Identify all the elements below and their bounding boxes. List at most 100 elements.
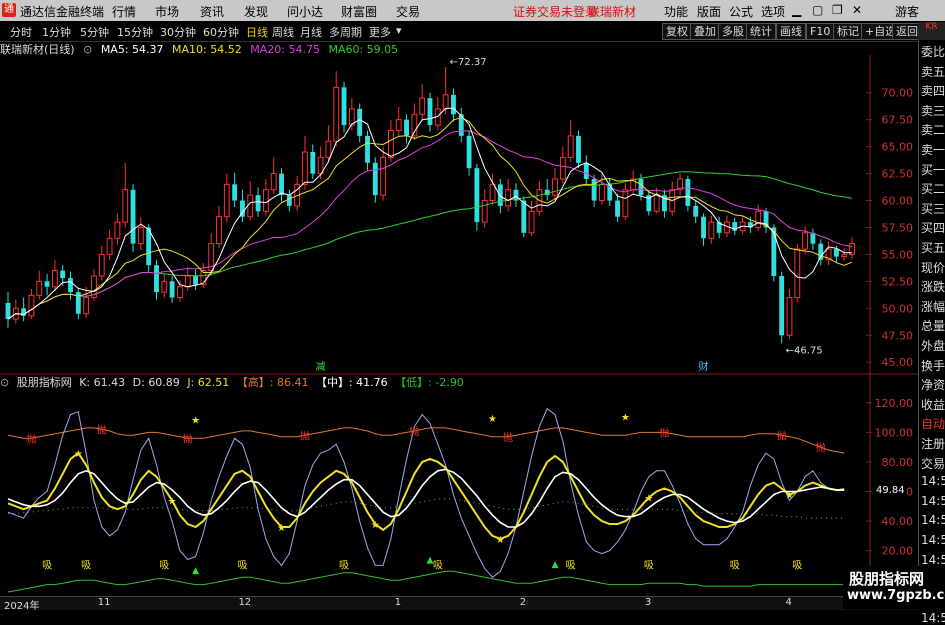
candle-body bbox=[653, 194, 660, 212]
menu-function[interactable]: 功能 bbox=[664, 3, 688, 20]
star-icon: ★ bbox=[168, 496, 177, 507]
side-panel-item[interactable]: 买五 bbox=[921, 239, 945, 256]
overlay-button[interactable]: 叠加 bbox=[690, 23, 720, 40]
date-label: 12 bbox=[238, 597, 252, 608]
star-icon: ★ bbox=[488, 414, 497, 425]
candle-body bbox=[395, 119, 402, 131]
period-30min[interactable]: 30分钟 bbox=[160, 24, 196, 40]
buy-signal-label: 吸 bbox=[81, 560, 91, 571]
side-panel-item[interactable]: 注册 bbox=[921, 435, 945, 452]
period-more[interactable]: 更多 bbox=[369, 24, 391, 40]
side-panel-item[interactable]: 换手 bbox=[921, 357, 945, 374]
side-panel-item[interactable]: 14:56 bbox=[921, 553, 945, 567]
side-panel-item[interactable]: 卖五 bbox=[921, 63, 945, 80]
candle-body bbox=[193, 275, 198, 285]
period-daily[interactable]: 日线 bbox=[246, 24, 268, 40]
buy-signal-label: 吸 bbox=[159, 560, 169, 571]
side-panel-item[interactable]: 14:55 bbox=[921, 474, 945, 488]
side-panel-item[interactable]: 买一 bbox=[921, 161, 945, 178]
side-panel-item[interactable]: 总量 bbox=[921, 317, 945, 334]
statistics-button[interactable]: 统计 bbox=[746, 23, 776, 40]
sell-signal-label: 抛 bbox=[97, 423, 107, 436]
period-60min[interactable]: 60分钟 bbox=[203, 24, 239, 40]
period-intraday[interactable]: 分时 bbox=[10, 24, 32, 40]
buy-signal-label: 吸 bbox=[42, 560, 52, 571]
date-axis: 2024年 11 12 1 2 3 4 bbox=[0, 596, 918, 612]
side-panel-item[interactable]: 交易 bbox=[921, 455, 945, 472]
side-panel-item[interactable]: 14:56 bbox=[921, 533, 945, 547]
minimize-icon[interactable]: ▁ bbox=[792, 3, 801, 17]
period-monthly[interactable]: 月线 bbox=[300, 24, 322, 40]
menu-wealth-circle[interactable]: 财富圈 bbox=[341, 3, 377, 20]
side-panel-item[interactable]: 收益 bbox=[921, 396, 945, 413]
maximize-icon[interactable]: ▢ bbox=[812, 3, 823, 17]
candle-body bbox=[481, 200, 488, 223]
candle-body bbox=[794, 248, 801, 299]
side-panel-item[interactable]: 14:55 bbox=[921, 494, 945, 508]
candle-body bbox=[505, 189, 512, 207]
buy-signal-label: 吸 bbox=[566, 560, 576, 571]
indicator-tick-label: 80.00 bbox=[882, 456, 914, 469]
period-1min[interactable]: 1分钟 bbox=[42, 24, 71, 40]
period-15min[interactable]: 15分钟 bbox=[117, 24, 153, 40]
candle-body bbox=[552, 178, 558, 196]
login-notice[interactable]: 证券交易未登录 bbox=[513, 3, 597, 20]
guest-user[interactable]: 游客 bbox=[895, 3, 919, 20]
stock-name-link[interactable]: 联瑞新材 bbox=[588, 3, 636, 20]
menu-layout[interactable]: 版面 bbox=[697, 3, 721, 20]
stock-chart[interactable]: 70.00 67.50 65.00 62.50 60.00 57.50 55.00 52.50… bbox=[0, 55, 918, 596]
watermark-logo: 股朋指标网 www.7gpzb.com bbox=[843, 566, 945, 609]
side-panel-item[interactable]: 买四 bbox=[921, 219, 945, 236]
candle-body bbox=[615, 200, 620, 217]
mark-button[interactable]: 标记 bbox=[833, 23, 863, 40]
low-price-annotation: ←46.75 bbox=[786, 345, 823, 356]
side-panel-item[interactable]: 卖二 bbox=[921, 121, 945, 138]
side-panel-item[interactable]: 外盘 bbox=[921, 337, 945, 354]
candle-body bbox=[232, 184, 238, 201]
menu-bar: 通 通达信金融终端 行情 市场 资讯 发现 问小达 财富圈 交易 证券交易未登录… bbox=[0, 0, 945, 21]
side-panel-item[interactable]: 委比 bbox=[921, 43, 945, 60]
period-5min[interactable]: 5分钟 bbox=[80, 24, 109, 40]
date-label: 1 bbox=[394, 597, 402, 608]
side-panel-item[interactable]: 涨幅 bbox=[921, 298, 945, 315]
menu-market-quotes[interactable]: 行情 bbox=[112, 3, 136, 20]
side-panel-item[interactable]: 净资 bbox=[921, 376, 945, 393]
menu-formula[interactable]: 公式 bbox=[729, 3, 753, 20]
multi-stock-button[interactable]: 多股 bbox=[718, 23, 748, 40]
side-panel-item[interactable]: 买二 bbox=[921, 180, 945, 197]
date-label: 3 bbox=[644, 597, 652, 608]
period-weekly[interactable]: 周线 bbox=[272, 24, 294, 40]
candle-body bbox=[451, 94, 456, 115]
side-panel-item[interactable]: 卖三 bbox=[921, 102, 945, 119]
menu-trade[interactable]: 交易 bbox=[396, 3, 420, 20]
candle-body bbox=[223, 183, 230, 218]
adjust-button[interactable]: 复权 bbox=[662, 23, 692, 40]
sell-signal-label: 抛 bbox=[26, 432, 36, 445]
candle-body bbox=[497, 184, 503, 206]
side-panel-item[interactable]: 14:56 bbox=[921, 611, 945, 625]
menu-news[interactable]: 资讯 bbox=[200, 3, 224, 20]
candle-body bbox=[404, 119, 409, 136]
candle-body bbox=[419, 97, 426, 115]
side-panel-item[interactable]: 自动 bbox=[921, 415, 945, 432]
side-panel-item[interactable]: 涨跌 bbox=[921, 278, 945, 295]
side-panel-item[interactable]: 现价 bbox=[921, 259, 945, 276]
more-dropdown-icon[interactable]: ▾ bbox=[396, 24, 402, 37]
app-title: 通达信金融终端 bbox=[20, 5, 105, 19]
date-label: 2 bbox=[519, 597, 527, 608]
period-multi[interactable]: 多周期 bbox=[329, 24, 362, 40]
menu-market[interactable]: 市场 bbox=[155, 3, 179, 20]
watermark-url: www.7gpzb.com bbox=[847, 588, 945, 603]
candle-body bbox=[184, 275, 191, 288]
menu-discover[interactable]: 发现 bbox=[244, 3, 268, 20]
menu-options[interactable]: 选项 bbox=[761, 3, 785, 20]
side-panel-item[interactable]: 14:56 bbox=[921, 513, 945, 527]
side-panel-item[interactable]: 卖四 bbox=[921, 82, 945, 99]
side-panel-item[interactable]: 卖一 bbox=[921, 141, 945, 158]
side-panel-item[interactable]: 买三 bbox=[921, 200, 945, 217]
restore-icon[interactable]: ❐ bbox=[832, 3, 843, 17]
close-icon[interactable]: ✕ bbox=[852, 3, 862, 17]
f10-button[interactable]: F10 bbox=[806, 23, 835, 40]
draw-line-button[interactable]: 画线 bbox=[776, 23, 806, 40]
menu-ask[interactable]: 问小达 bbox=[287, 3, 323, 20]
